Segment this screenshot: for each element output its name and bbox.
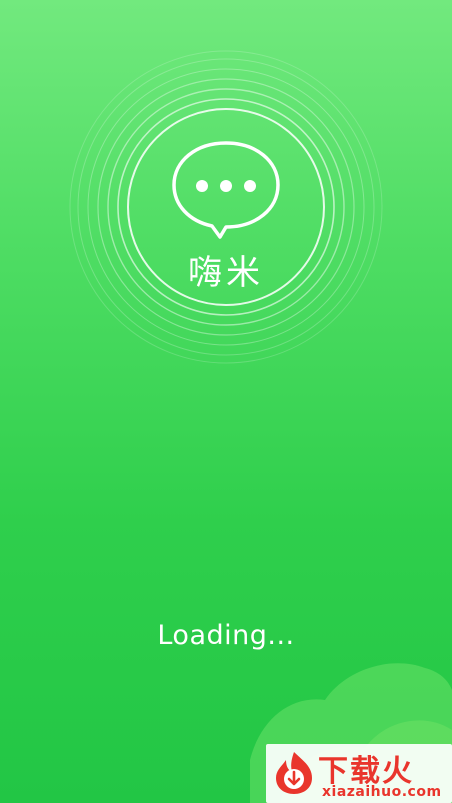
splash-screen: 嗨米 Loading... 下载火 xiazaihuo.com	[0, 0, 452, 803]
app-name: 嗨米	[188, 253, 264, 293]
watermark-badge: 下载火 xiazaihuo.com	[266, 744, 452, 803]
flame-download-icon	[276, 752, 312, 794]
loading-text: Loading...	[157, 620, 295, 651]
chat-bubble-dots-icon	[172, 141, 280, 239]
watermark-url: xiazaihuo.com	[322, 784, 442, 800]
